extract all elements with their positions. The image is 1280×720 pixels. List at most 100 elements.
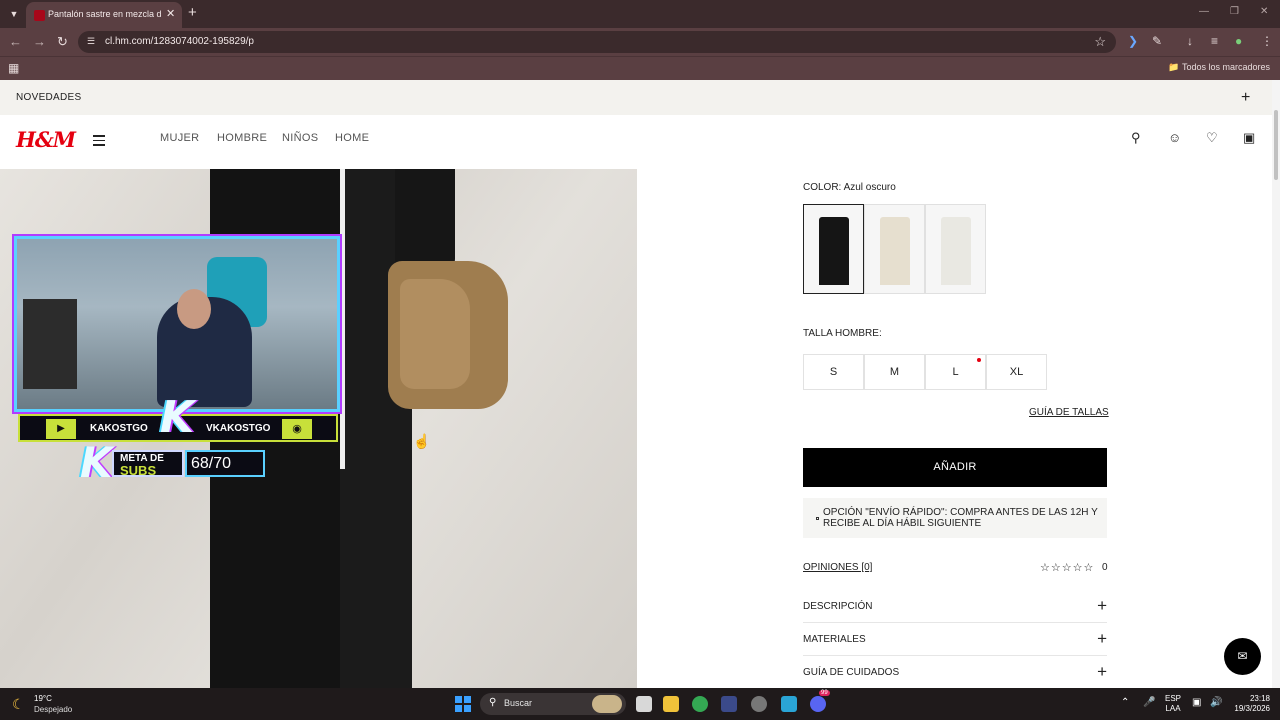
taskbar-search-icon: ⚲ [489,697,497,708]
chat-icon[interactable]: ✉ [1224,638,1261,675]
address-bar[interactable]: ☰ cl.hm.com/1283074002-195829/p ☆ [78,31,1116,53]
sub-goal-line2: SUBS [120,463,157,478]
all-bookmarks-label: Todos los marcadores [1181,62,1270,72]
color-swatch-white[interactable] [925,204,986,294]
apps-grid-icon[interactable]: ▦ [8,61,19,75]
rating-value: 0 [1102,562,1108,573]
site-info-icon[interactable]: ☰ [87,36,98,47]
hamburger-menu-icon[interactable] [93,135,105,149]
browser-toolbar: ← → ↻ ☰ cl.hm.com/1283074002-195829/p ☆ … [0,28,1280,56]
chrome-icon[interactable] [692,696,708,712]
menu-kebab-icon[interactable]: ⋮ [1261,34,1273,48]
account-icon[interactable]: ☺ [1168,130,1181,145]
weather-temperature[interactable]: 19°C [34,694,52,703]
reload-icon[interactable]: ↻ [57,34,68,50]
straw-bag-highlight [400,279,470,389]
taskbar-search[interactable]: ⚲ Buscar [480,693,626,715]
nav-link-ninos[interactable]: NIÑOS [282,132,318,144]
all-bookmarks-folder[interactable]: 📁 Todos los marcadores [1168,62,1270,73]
favorites-heart-icon[interactable]: ♡ [1206,130,1218,146]
promo-banner[interactable]: NOVEDADES + [0,80,1272,115]
color-swatch-dark-blue[interactable] [803,204,864,294]
tab-title: Pantalón sastre en mezcla de lin [48,9,162,19]
expand-plus-icon[interactable]: + [1097,662,1107,682]
size-option-l[interactable]: L [925,354,986,390]
expand-plus-icon[interactable]: + [1097,629,1107,649]
read-aloud-icon[interactable]: ❯ [1128,34,1138,48]
sub-goal-count: 68/70 [185,450,265,477]
microphone-icon[interactable]: 🎤 [1143,697,1155,708]
forward-arrow-icon[interactable]: → [33,34,46,49]
accordion-description[interactable]: DESCRIPCIÓN + [803,590,1107,623]
facebook-icon[interactable] [781,696,797,712]
clock-time: 23:18 [1249,694,1270,703]
size-option-m[interactable]: M [864,354,925,390]
download-icon[interactable]: ↓ [1187,34,1193,48]
windows-start-icon[interactable] [455,696,471,712]
size-guide-link[interactable]: GUÍA DE TALLAS [1029,407,1109,418]
extensions-icon[interactable]: ✎ [1152,34,1162,48]
language-indicator[interactable]: ESP LAA [1165,694,1181,714]
site-header: H&M MUJER HOMBRE NIÑOS HOME ⚲ ☺ ♡ ▣ [0,115,1272,169]
size-option-s[interactable]: S [803,354,864,390]
volume-icon[interactable]: 🔊 [1210,697,1222,708]
instagram-icon: ◉ [282,419,312,439]
youtube-icon: ▶ [46,419,76,439]
browser-tab-bar: ▼ Pantalón sastre en mezcla de lin ✕ + —… [0,0,1280,28]
sub-goal-label: META DE SUBS [112,450,184,478]
app-icon[interactable] [721,696,737,712]
expand-plus-icon[interactable]: + [1097,596,1107,616]
overlay-name-right: VKAKOSTGO [206,423,271,434]
reading-list-icon[interactable]: ≡ [1211,34,1218,48]
rating-stars-icon: ☆☆☆☆☆ [1040,562,1095,574]
file-explorer-icon[interactable] [663,696,679,712]
moon-weather-icon[interactable]: ☾ [12,696,25,713]
overlay-name-left: KAKOSTGO [90,423,148,434]
new-tab-plus-icon[interactable]: + [188,4,197,21]
page-scrollbar[interactable] [1272,80,1280,688]
nav-link-home[interactable]: HOME [335,132,369,144]
shirt-stripe [340,169,345,469]
browser-tab-active[interactable]: Pantalón sastre en mezcla de lin ✕ [26,2,182,28]
back-arrow-icon[interactable]: ← [9,34,22,49]
nav-link-mujer[interactable]: MUJER [160,132,199,144]
reviews-link[interactable]: OPINIONES [0] [803,562,872,573]
tab-list-chevron-icon[interactable]: ▼ [5,5,23,23]
size-option-xl[interactable]: XL [986,354,1047,390]
promo-expand-plus-icon[interactable]: + [1241,89,1250,107]
discord-icon[interactable]: 99 [810,690,830,712]
scrollbar-thumb[interactable] [1274,110,1278,180]
accordion-materials[interactable]: MATERIALES + [803,623,1107,656]
task-view-icon[interactable] [636,696,652,712]
obs-icon[interactable] [751,696,767,712]
profile-extension-icon[interactable]: ● [1235,34,1242,48]
swatch-pant-thumbnail [819,217,849,285]
nav-link-hombre[interactable]: HOMBRE [217,132,267,144]
webcam-head [177,289,211,329]
accordion-label: GUÍA DE CUIDADOS [803,667,900,678]
webcam-monitor [23,299,77,389]
shopping-bag-icon[interactable]: ▣ [1243,130,1255,146]
bookmarks-bar: ▦ 📁 Todos los marcadores [0,56,1280,80]
color-swatch-beige[interactable] [864,204,925,294]
bookmark-star-icon[interactable]: ☆ [1094,34,1106,50]
close-window-icon[interactable]: ✕ [1260,6,1268,17]
restore-icon[interactable]: ❐ [1230,6,1239,17]
overlay-k-logo: K [160,392,195,443]
url-text[interactable]: cl.hm.com/1283074002-195829/p [105,36,254,47]
discord-badge: 99 [819,690,830,696]
add-to-cart-button[interactable]: AÑADIR [803,448,1107,487]
accordion-care-guide[interactable]: GUÍA DE CUIDADOS + [803,656,1107,688]
swatch-pant-thumbnail [941,217,971,285]
weather-description[interactable]: Despejado [34,705,72,714]
system-clock[interactable]: 23:18 19/3/2026 [1230,694,1270,714]
search-icon[interactable]: ⚲ [1131,130,1141,146]
tab-close-icon[interactable]: ✕ [166,7,175,20]
minimize-icon[interactable]: — [1199,6,1209,17]
tray-overflow-chevron-icon[interactable]: ⌃ [1121,697,1129,708]
hm-favicon-icon [34,10,45,21]
language-code: ESP [1165,694,1182,703]
taskbar-search-placeholder: Buscar [504,698,533,708]
network-icon[interactable]: ▣ [1192,697,1201,708]
hm-logo[interactable]: H&M [16,127,76,152]
